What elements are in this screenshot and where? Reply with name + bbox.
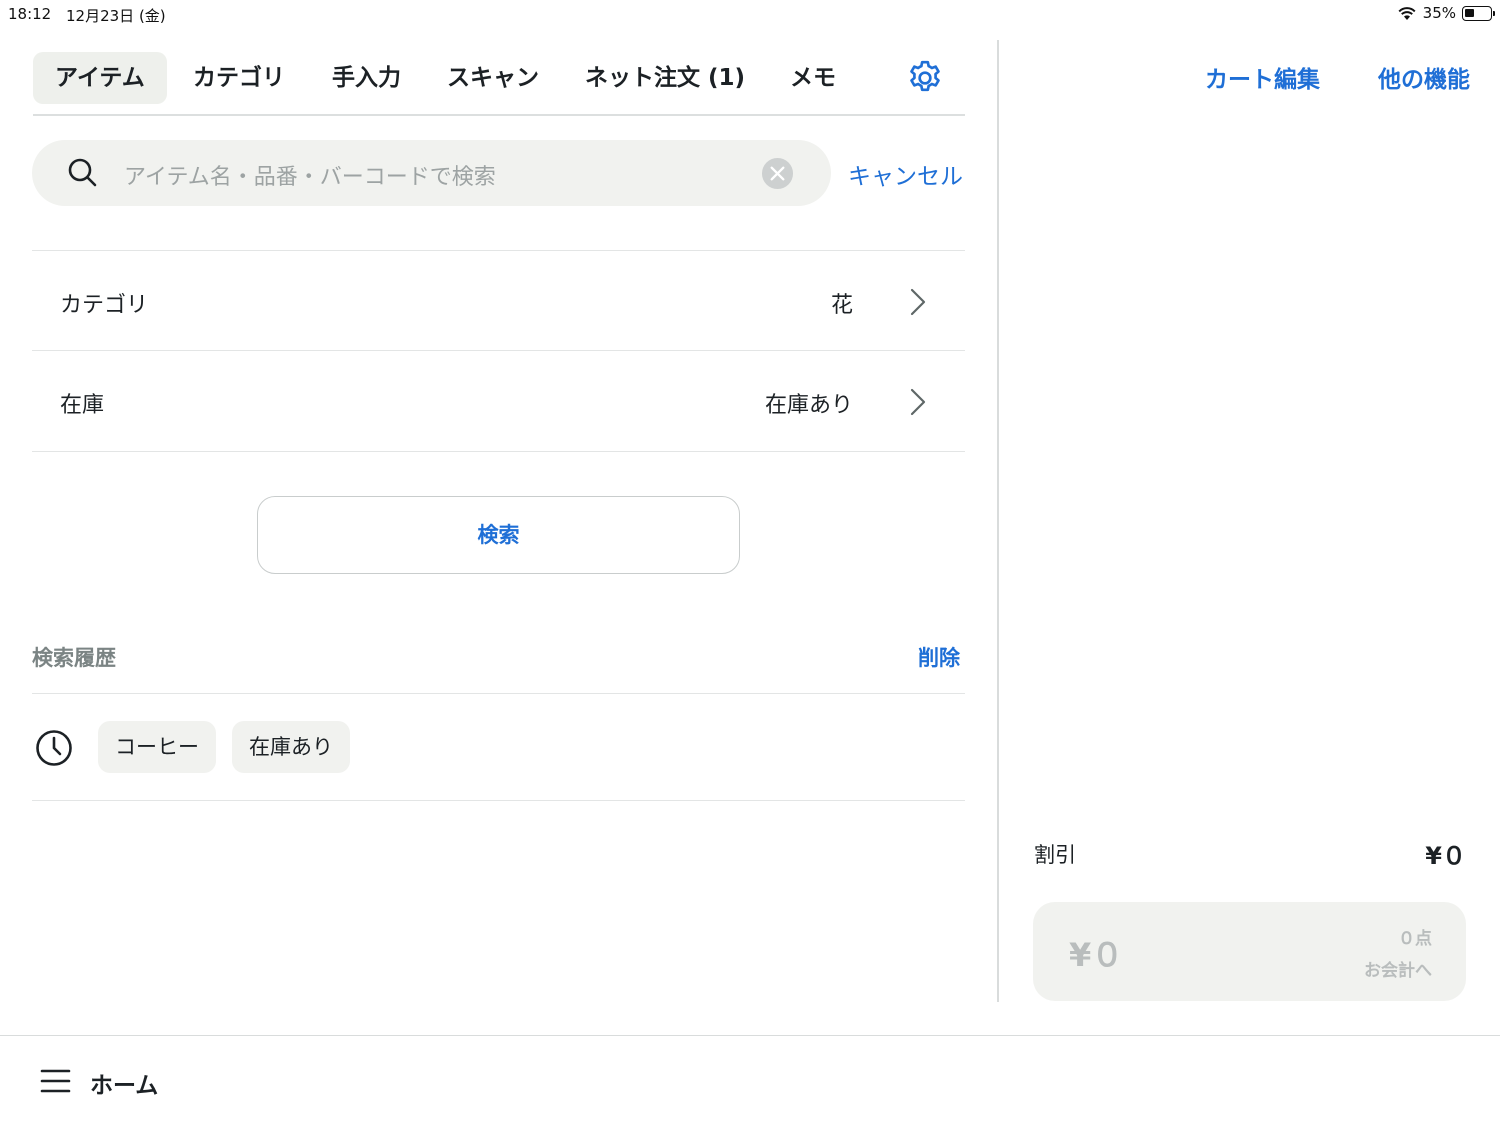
checkout-total: ¥０ bbox=[1069, 936, 1124, 974]
checkout-button[interactable]: ¥０ ０点 お会計へ bbox=[1033, 902, 1466, 1001]
history-chip[interactable]: コーヒー bbox=[98, 721, 216, 773]
item-count: ０点 bbox=[1398, 929, 1432, 949]
status-date: 12月23日 (金) bbox=[66, 7, 166, 25]
battery-percent: 35% bbox=[1422, 4, 1456, 22]
menu-icon[interactable] bbox=[40, 1068, 71, 1094]
clear-icon[interactable] bbox=[761, 157, 794, 190]
discount-value: ¥０ bbox=[1425, 842, 1466, 870]
filter-value: 在庫あり bbox=[764, 393, 853, 418]
tab-category[interactable]: カテゴリ bbox=[171, 52, 307, 104]
home-label[interactable]: ホーム bbox=[90, 1066, 158, 1100]
chevron-right-icon bbox=[910, 288, 926, 316]
tab-items[interactable]: アイテム bbox=[33, 52, 167, 104]
status-bar: 18:12 12月23日 (金) 35% bbox=[0, 0, 1500, 30]
checkout-label: お会計へ bbox=[1364, 961, 1432, 981]
clock-icon bbox=[36, 730, 72, 766]
status-time: 18:12 bbox=[8, 5, 52, 23]
tab-manual-entry[interactable]: 手入力 bbox=[310, 52, 423, 104]
history-row: コーヒー 在庫あり bbox=[32, 693, 965, 801]
tab-net-orders[interactable]: ネット注文 (1) bbox=[563, 52, 767, 104]
search-icon bbox=[68, 158, 97, 187]
chevron-right-icon bbox=[910, 388, 926, 416]
bottom-bar: ホーム bbox=[0, 1035, 1500, 1125]
filter-row-category[interactable]: カテゴリ 花 bbox=[32, 250, 965, 351]
search-button[interactable]: 検索 bbox=[257, 496, 740, 574]
filter-label: 在庫 bbox=[60, 393, 105, 418]
search-placeholder: アイテム名・品番・バーコードで検索 bbox=[124, 165, 496, 190]
tab-bar: アイテム カテゴリ 手入力 スキャン ネット注文 (1) メモ bbox=[33, 52, 965, 116]
filter-label: カテゴリ bbox=[60, 293, 149, 318]
history-title: 検索履歴 bbox=[32, 646, 116, 670]
discount-label: 割引 bbox=[1034, 843, 1076, 867]
filter-value: 花 bbox=[830, 293, 853, 318]
more-functions-button[interactable]: 他の機能 bbox=[1378, 60, 1470, 94]
item-pane: アイテム カテゴリ 手入力 スキャン ネット注文 (1) メモ アイテム名・品番… bbox=[0, 30, 998, 1035]
cart-edit-button[interactable]: カート編集 bbox=[1205, 60, 1320, 94]
gear-icon[interactable] bbox=[905, 58, 945, 98]
cancel-button[interactable]: キャンセル bbox=[848, 157, 963, 191]
history-chip[interactable]: 在庫あり bbox=[232, 721, 350, 773]
battery-icon bbox=[1462, 5, 1495, 21]
history-delete-button[interactable]: 削除 bbox=[918, 642, 960, 672]
status-right: 35% bbox=[1397, 4, 1495, 22]
search-field[interactable]: アイテム名・品番・バーコードで検索 bbox=[32, 140, 831, 206]
cart-pane: カート編集 他の機能 割引 ¥０ ¥０ ０点 お会計へ bbox=[999, 30, 1500, 1035]
filter-row-stock[interactable]: 在庫 在庫あり bbox=[32, 351, 965, 452]
tab-memo[interactable]: メモ bbox=[768, 52, 858, 104]
wifi-icon bbox=[1398, 6, 1416, 20]
tab-scan[interactable]: スキャン bbox=[425, 52, 561, 104]
